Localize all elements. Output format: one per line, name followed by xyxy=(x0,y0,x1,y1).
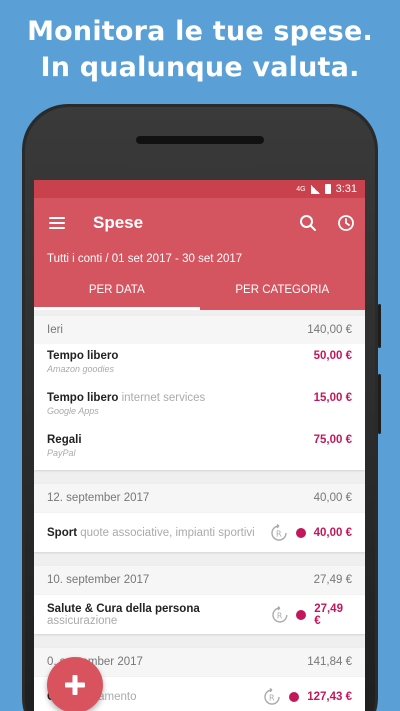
expense-row[interactable]: Sport quote associative, impianti sporti… xyxy=(34,512,365,552)
recurring-icon: R xyxy=(271,605,288,623)
add-expense-button[interactable] xyxy=(47,657,103,711)
expense-row[interactable]: Salute & Cura della persona assicurazion… xyxy=(34,594,365,634)
tab-per-categoria[interactable]: PER CATEGORIA xyxy=(200,278,366,310)
recurring-icon: R xyxy=(270,523,287,541)
group-date: 10. september 2017 xyxy=(47,574,150,586)
category-color-dot xyxy=(295,527,306,538)
group-total: 140,00 € xyxy=(307,324,352,336)
expense-amount: 127,43 € xyxy=(307,690,352,703)
expense-amount: 75,00 € xyxy=(313,434,352,446)
date-group: Ieri 140,00 € Tempo libero Amazon goodie… xyxy=(34,316,365,470)
expense-description: quote associative, impianti sportivi xyxy=(80,526,255,539)
category-color-dot xyxy=(289,691,300,702)
group-total: 141,84 € xyxy=(307,656,352,668)
expense-description: internet services xyxy=(121,392,206,404)
status-time: 3:31 xyxy=(335,183,357,195)
hamburger-icon[interactable] xyxy=(49,217,65,229)
promo-line-1: Monitora le tue spese. xyxy=(27,16,373,47)
expense-description: assicurazione xyxy=(47,614,118,627)
expense-category: Salute & Cura della persona xyxy=(47,602,200,615)
expense-category: Sport xyxy=(47,526,78,539)
network-type: 4G xyxy=(296,185,306,193)
group-date: Ieri xyxy=(47,324,63,336)
expense-row[interactable]: Tempo libero Amazon goodies 50,00 € xyxy=(34,344,365,386)
phone-speaker xyxy=(136,136,264,144)
tab-bar: PER DATA PER CATEGORIA xyxy=(34,278,365,310)
recurring-icon: R xyxy=(264,687,280,705)
date-group: 10. september 2017 27,49 € Salute & Cura… xyxy=(34,566,365,634)
plus-icon xyxy=(65,675,85,695)
app-screen: 4G 3:31 Spese Tutti i conti / 01 set 201… xyxy=(34,180,365,711)
expense-account: PayPal xyxy=(47,448,76,458)
expense-account: Google Apps xyxy=(47,406,99,416)
svg-text:R: R xyxy=(269,693,275,702)
date-range-filter[interactable]: Tutti i conti / 01 set 2017 - 30 set 201… xyxy=(34,248,365,278)
expense-list: Ieri 140,00 € Tempo libero Amazon goodie… xyxy=(34,310,365,711)
signal-icon xyxy=(310,184,320,194)
status-bar: 4G 3:31 xyxy=(34,180,365,198)
group-date: 12. september 2017 xyxy=(47,492,150,504)
category-color-dot xyxy=(296,609,307,620)
toolbar: Spese xyxy=(34,198,365,248)
tab-per-data[interactable]: PER DATA xyxy=(34,278,200,310)
group-total: 40,00 € xyxy=(313,492,352,504)
promo-line-2: In qualunque valuta. xyxy=(40,52,360,83)
volume-button xyxy=(378,304,381,348)
expense-category: Regali xyxy=(47,434,82,446)
page-title: Spese xyxy=(93,213,144,232)
group-total: 27,49 € xyxy=(313,574,352,586)
group-header: 10. september 2017 27,49 € xyxy=(34,566,365,594)
expense-category: Tempo libero xyxy=(47,392,119,404)
group-header: Ieri 140,00 € xyxy=(34,316,365,344)
expense-amount: 40,00 € xyxy=(313,526,352,539)
promo-headline: Monitora le tue spese. In qualunque valu… xyxy=(0,14,400,86)
battery-icon xyxy=(324,184,331,194)
expense-account: Amazon goodies xyxy=(47,364,115,374)
expense-amount: 15,00 € xyxy=(313,392,352,404)
expense-amount: 27,49 € xyxy=(314,602,343,627)
svg-text:R: R xyxy=(276,529,282,538)
expense-amount: 50,00 € xyxy=(313,350,352,362)
search-icon[interactable] xyxy=(289,204,327,242)
app-bar: Spese Tutti i conti / 01 set 2017 - 30 s… xyxy=(34,198,365,310)
date-group: 12. september 2017 40,00 € Sport quote a… xyxy=(34,484,365,552)
clock-icon[interactable] xyxy=(327,204,365,242)
group-header: 12. september 2017 40,00 € xyxy=(34,484,365,512)
expense-row[interactable]: Tempo libero internet services Google Ap… xyxy=(34,386,365,428)
expense-row[interactable]: Regali PayPal 75,00 € xyxy=(34,428,365,470)
expense-category: Tempo libero xyxy=(47,350,119,362)
svg-text:R: R xyxy=(277,611,283,620)
power-button xyxy=(378,374,381,434)
